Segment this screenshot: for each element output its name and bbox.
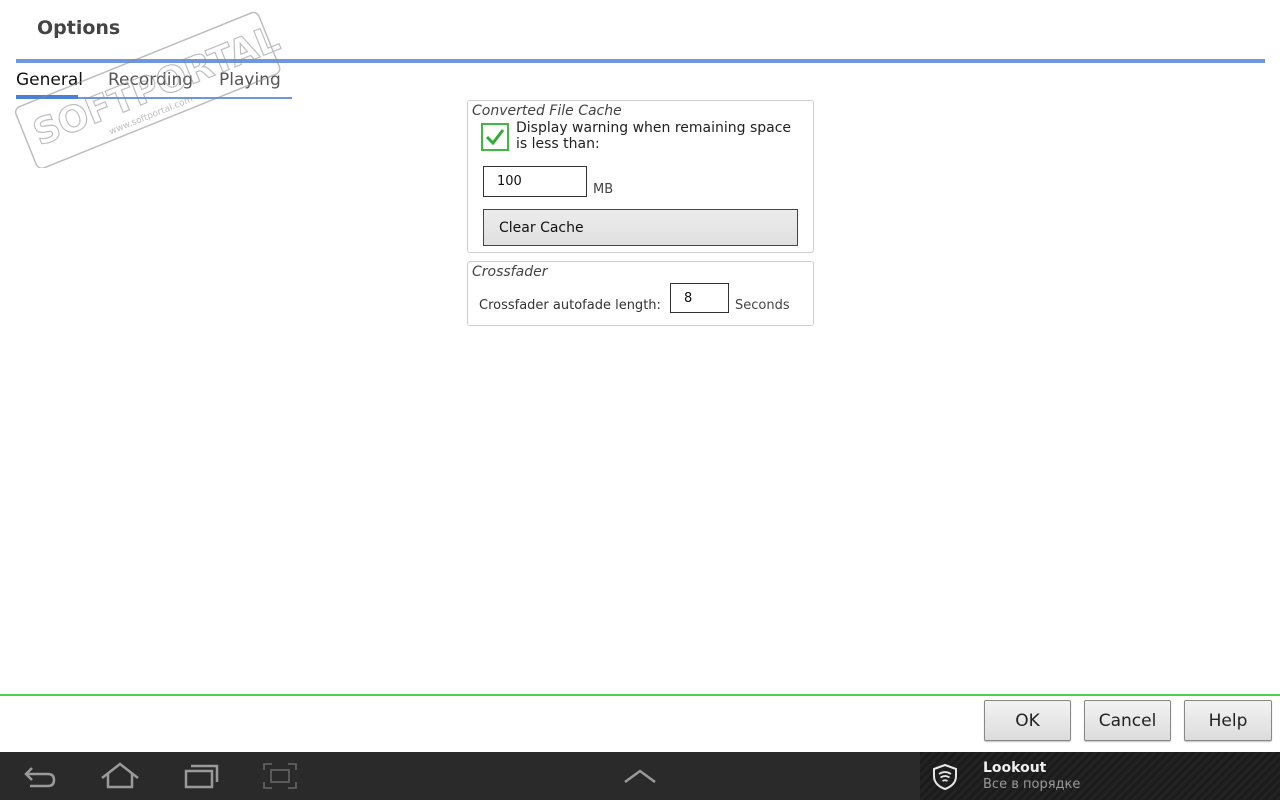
crossfader-group: Crossfader Crossfader autofade length: S…: [467, 261, 814, 326]
autofade-length-unit: Seconds: [735, 298, 790, 313]
tab-general[interactable]: General: [16, 70, 83, 90]
system-navigation-bar: Lookout Все в порядке: [0, 752, 1280, 800]
window-title: Options: [37, 17, 121, 39]
screenshot-icon[interactable]: [260, 760, 300, 792]
notification-subtitle: Все в порядке: [983, 777, 1081, 792]
clear-cache-button[interactable]: Clear Cache: [483, 209, 798, 246]
watermark-url: www.softportal.com: [108, 95, 195, 138]
tab-recording[interactable]: Recording: [108, 70, 193, 90]
converted-file-cache-group: Converted File Cache Display warning whe…: [467, 100, 814, 253]
autofade-length-input[interactable]: [670, 283, 729, 313]
help-button[interactable]: Help: [1184, 700, 1272, 741]
recent-apps-icon[interactable]: [182, 760, 222, 792]
tab-playing[interactable]: Playing: [219, 70, 281, 90]
active-tab-indicator: [16, 95, 78, 99]
space-warning-checkbox[interactable]: [481, 123, 509, 151]
home-icon[interactable]: [98, 760, 142, 792]
group-title-cache: Converted File Cache: [472, 103, 622, 119]
autofade-length-label: Crossfader autofade length:: [479, 298, 661, 313]
title-divider: [16, 59, 1265, 63]
cancel-button[interactable]: Cancel: [1084, 700, 1171, 741]
space-warning-label: Display warning when remaining space is …: [516, 120, 792, 152]
checkmark-icon: [485, 129, 505, 146]
lookout-shield-icon: [933, 763, 957, 791]
notification-title: Lookout: [983, 760, 1047, 776]
group-title-crossfader: Crossfader: [472, 264, 548, 280]
tab-bar: General Recording Playing: [16, 68, 292, 99]
cache-threshold-input[interactable]: [483, 166, 587, 197]
footer-divider: [0, 694, 1280, 696]
cache-threshold-unit: MB: [593, 182, 614, 197]
back-icon[interactable]: [20, 760, 60, 792]
ok-button[interactable]: OK: [984, 700, 1071, 741]
lookout-notification[interactable]: Lookout Все в порядке: [920, 752, 1280, 800]
chevron-up-icon[interactable]: [620, 764, 660, 788]
